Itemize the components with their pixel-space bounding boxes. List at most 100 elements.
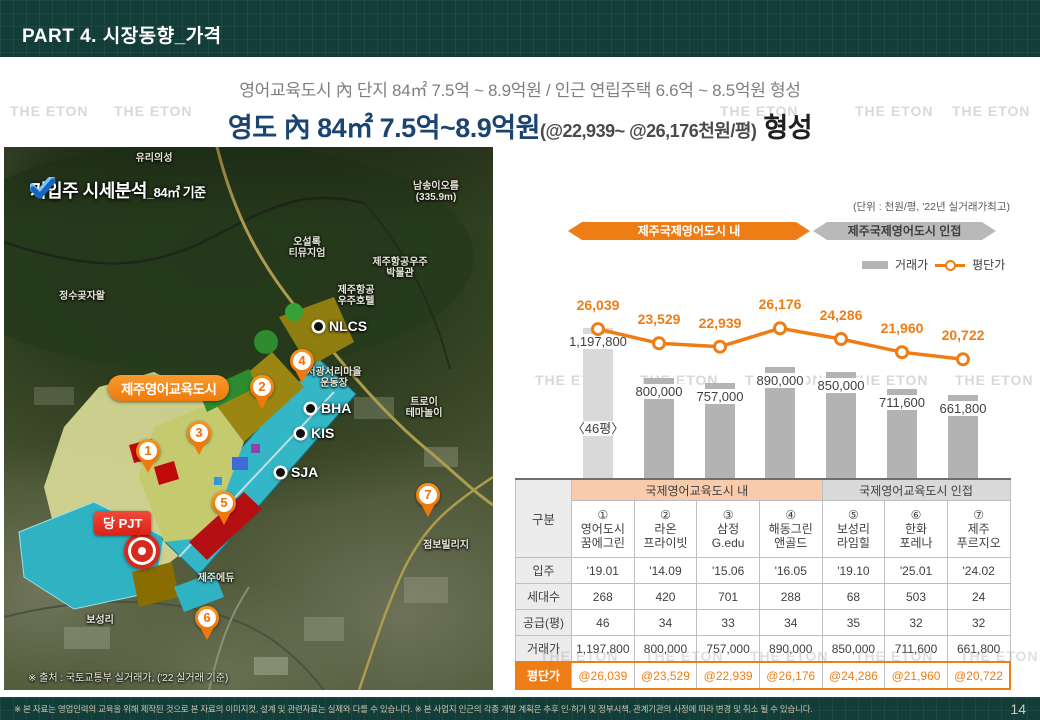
page-number: 14 (1010, 701, 1026, 717)
school-dot-icon (276, 468, 285, 477)
satellite-map: 기입주 시세분석_84㎡ 기준 유리의성 남송이오름 (335.9m) 오설록 … (4, 147, 493, 690)
title-block: 영어교육도시 內 단지 84㎡ 7.5억 ~ 8.9억원 / 인근 연립주택 6… (0, 76, 1040, 145)
banner-english-city-adj: 제주국제영어도시 인접 (813, 222, 996, 240)
school-marker-bha: BHA (306, 400, 351, 416)
english-city-badge: 제주영어교육도시 (108, 375, 229, 401)
school-marker-kis: KIS (296, 425, 334, 441)
bar-legend-label: 거래가 (895, 256, 928, 273)
map-pin-7: 7 (414, 483, 442, 521)
map-pin-3: 3 (185, 421, 213, 459)
place-label: 점보빌리지 (423, 540, 469, 551)
check-icon (30, 177, 56, 199)
table-cell: @26,176 (759, 662, 822, 689)
table-cell: 32 (947, 610, 1010, 636)
table-row-households: 세대수 268 420 701 288 68 503 24 (516, 584, 1011, 610)
table-cell: 503 (885, 584, 948, 610)
table-cell: @22,939 (697, 662, 760, 689)
table-cell: 661,800 (947, 636, 1010, 663)
place-label: 유리의성 (136, 153, 173, 164)
table-cell: 701 (697, 584, 760, 610)
row-label: 평단가 (516, 662, 572, 689)
pin-number: 5 (215, 494, 233, 512)
table-row-price: 거래가 1,197,800 800,000 757,000 890,000 85… (516, 636, 1011, 663)
school-dot-icon (306, 404, 315, 413)
place-label: 정수곶자왈 (59, 291, 105, 302)
table-cell: 68 (822, 584, 885, 610)
chart-legend: 거래가 평단가 (862, 256, 1005, 273)
column-header: ⑤ 보성리 라임힐 (822, 501, 885, 558)
table-row-movein: 입주 '19.01 '14.09 '15.06 '16.05 '19.10 '2… (516, 558, 1011, 584)
place-label: 제주항공 우주호텔 (338, 285, 375, 307)
table-cell: '19.10 (822, 558, 885, 584)
map-pin-4: 4 (288, 349, 316, 387)
unit-price-line (515, 290, 1010, 478)
pin-number: 1 (139, 442, 157, 460)
column-header: ③ 삼정 G.edu (697, 501, 760, 558)
table-cell: 35 (822, 610, 885, 636)
main-title-price: 영도 內 84㎡ 7.5억~8.9억원 (228, 113, 540, 143)
unit-note: (단위 : 천원/평, '22년 실거래가최고) (853, 199, 1010, 214)
table-cell: 34 (759, 610, 822, 636)
pin-number: 2 (253, 378, 271, 396)
pin-number: 6 (198, 609, 216, 627)
table-cell: @23,529 (634, 662, 697, 689)
place-label: 트로이 테마놀이 (406, 397, 443, 419)
table-cell: '16.05 (759, 558, 822, 584)
subtitle: 영어교육도시 內 단지 84㎡ 7.5억 ~ 8.9억원 / 인근 연립주택 6… (0, 76, 1040, 101)
project-badge: 당 PJT (94, 511, 151, 535)
school-name: KIS (311, 425, 334, 441)
column-header: ② 라온 프라이빗 (634, 501, 697, 558)
map-pin-5: 5 (210, 491, 238, 529)
line-legend-label: 평단가 (972, 256, 1005, 273)
banner-english-city-in: 제주국제영어도시 내 (568, 222, 810, 240)
map-pin-2: 2 (248, 375, 276, 413)
pin-number: 7 (419, 486, 437, 504)
map-pin-1: 1 (134, 439, 162, 477)
table-corner: 구분 (516, 479, 572, 558)
main-title-paren: (@22,939~ @26,176천원/평) (540, 121, 756, 141)
school-name: SJA (291, 464, 318, 480)
table-row-unitprice: 평단가 @26,039 @23,529 @22,939 @26,176 @24,… (516, 662, 1011, 689)
table-row-supply: 공급(평) 46 34 33 34 35 32 32 (516, 610, 1011, 636)
line-value-label: 22,939 (680, 315, 760, 331)
map-source-note: ※ 출처 : 국토교통부 실거래가, ('22 실거래 기준) (28, 669, 228, 684)
disclaimer-text: ※ 본 자료는 영업인력의 교육을 위해 제작된 것으로 본 자료의 이미지컷,… (14, 703, 1010, 715)
table-cell: '15.06 (697, 558, 760, 584)
table-cell: '25.01 (885, 558, 948, 584)
place-label: 제주항공우주 박물관 (372, 257, 427, 279)
pin-number: 4 (293, 352, 311, 370)
place-label: 보성리 (86, 615, 114, 626)
bar-legend-swatch (862, 261, 888, 269)
table-cell: '24.02 (947, 558, 1010, 584)
column-header: ① 영어도시 꿈에그린 (572, 501, 635, 558)
table-cell: '19.01 (572, 558, 635, 584)
map-legend-title: 기입주 시세분석_84㎡ 기준 (30, 177, 206, 203)
place-label: 남송이오름 (335.9m) (413, 181, 459, 203)
column-header: ⑦ 제주 푸르지오 (947, 501, 1010, 558)
part-title: PART 4. 시장동향_가격 (22, 21, 222, 48)
school-dot-icon (314, 322, 323, 331)
slide-footer-bar: ※ 본 자료는 영업인력의 교육을 위해 제작된 것으로 본 자료의 이미지컷,… (0, 697, 1040, 720)
table-cell: 33 (697, 610, 760, 636)
main-title-suffix: 형성 (756, 113, 812, 143)
group-header-in: 국제영어교육도시 내 (572, 479, 823, 501)
table-cell: '14.09 (634, 558, 697, 584)
table-cell: 890,000 (759, 636, 822, 663)
price-table: 구분 국제영어교육도시 내 국제영어교육도시 인접 ① 영어도시 꿈에그린 ② … (515, 478, 1011, 690)
table-cell: 34 (634, 610, 697, 636)
table-cell: 46 (572, 610, 635, 636)
table-cell: @20,722 (947, 662, 1010, 689)
table-cell: 711,600 (885, 636, 948, 663)
school-name: BHA (321, 400, 351, 416)
table-cell: @24,286 (822, 662, 885, 689)
place-label: 오설록 티뮤지엄 (289, 237, 326, 259)
table-cell: 850,000 (822, 636, 885, 663)
school-marker-sja: SJA (276, 464, 318, 480)
price-chart: 1,197,800800,000757,000890,000850,000711… (515, 290, 1010, 478)
project-target-icon (131, 540, 153, 562)
table-cell: @26,039 (572, 662, 635, 689)
line-legend-icon (935, 259, 965, 271)
table-cell: 757,000 (697, 636, 760, 663)
table-cell: 420 (634, 584, 697, 610)
school-name: NLCS (329, 318, 367, 334)
